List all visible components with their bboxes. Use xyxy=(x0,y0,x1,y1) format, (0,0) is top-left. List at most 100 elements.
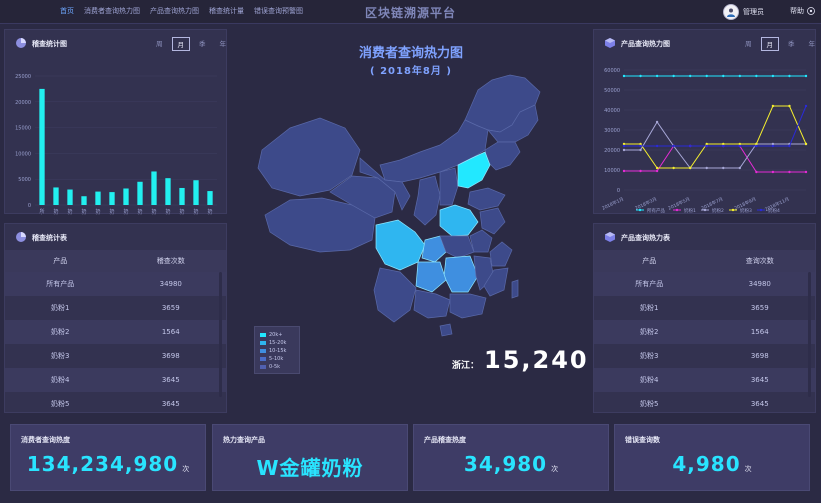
province-xinjiang[interactable] xyxy=(257,117,361,197)
bar xyxy=(81,196,87,205)
data-point xyxy=(705,144,708,148)
bar xyxy=(137,181,143,205)
help-button[interactable]: 帮助 xyxy=(790,6,815,16)
table-row[interactable]: 奶粉1 3659 xyxy=(5,296,226,320)
row-count: 3645 xyxy=(750,400,769,408)
data-point xyxy=(622,148,626,152)
stat-number: 134,234,980 xyxy=(26,452,179,476)
province-hebei[interactable] xyxy=(457,151,491,189)
table-row[interactable]: 奶粉1 3659 xyxy=(594,296,815,320)
province-hubei[interactable] xyxy=(439,235,475,259)
header-product: 产品 xyxy=(53,257,68,265)
nav-error-warning[interactable]: 错误查询预警图 xyxy=(254,6,303,16)
province-guangxi[interactable] xyxy=(413,289,451,319)
legend-label: 20k+ xyxy=(269,332,283,338)
x-tick-label: 粉 xyxy=(53,214,58,215)
province-anhui[interactable] xyxy=(469,229,493,253)
legend-item: 10-15k xyxy=(260,347,294,355)
table-row[interactable]: 奶粉2 1564 xyxy=(594,320,815,344)
x-tick-label: 2018年1月 xyxy=(601,195,625,211)
province-shaanxi[interactable] xyxy=(413,175,441,226)
province-fujian[interactable] xyxy=(483,267,509,297)
x-tick-label: 粉 xyxy=(123,214,128,215)
legend-swatch xyxy=(260,349,266,353)
x-tick-label: 奶 xyxy=(137,208,142,215)
stat-label: 错误查询数 xyxy=(625,436,660,444)
province-liaoning[interactable] xyxy=(484,141,521,171)
bar xyxy=(193,180,199,205)
pie-chart-icon xyxy=(16,232,26,242)
data-point xyxy=(738,144,742,148)
province-jiangxi[interactable] xyxy=(473,255,495,291)
x-tick-label: 粉 xyxy=(95,214,100,215)
data-point xyxy=(722,74,725,78)
table-row[interactable]: 奶粉2 1564 xyxy=(5,320,226,344)
x-tick-label: 奶 xyxy=(109,208,114,215)
province-guizhou[interactable] xyxy=(415,261,447,293)
avatar[interactable] xyxy=(723,4,739,20)
province-inner-mongolia[interactable] xyxy=(379,119,489,183)
province-hainan[interactable] xyxy=(439,323,453,337)
table-row[interactable]: 奶粉4 3645 xyxy=(594,368,815,392)
province-zhejiang[interactable] xyxy=(489,241,513,267)
province-heilongjiang[interactable] xyxy=(464,74,541,133)
nav-consumer-heatmap[interactable]: 消费者查询热力图 xyxy=(84,6,140,16)
data-point xyxy=(755,144,758,148)
data-point xyxy=(655,166,659,170)
province-guangdong[interactable] xyxy=(449,293,487,319)
map-legend: 20k+ 15-20k 10-15k 5-10k 0-5k xyxy=(254,326,300,374)
table-row[interactable]: 奶粉3 3698 xyxy=(5,344,226,368)
data-point xyxy=(688,166,692,170)
province-shandong[interactable] xyxy=(467,187,506,211)
row-product: 奶粉2 xyxy=(640,328,659,336)
data-point xyxy=(788,144,791,148)
scrollbar[interactable] xyxy=(219,272,222,397)
table-row[interactable]: 奶粉5 3645 xyxy=(5,392,226,412)
data-point xyxy=(771,74,775,78)
province-shanxi[interactable] xyxy=(439,167,459,206)
table-row[interactable]: 所有产品 34980 xyxy=(5,272,226,296)
province-hunan[interactable] xyxy=(443,255,479,293)
province-jilin[interactable] xyxy=(487,104,539,143)
province-tibet[interactable] xyxy=(264,197,376,253)
audit-table: 产品 稽查次数 所有产品 34980 奶粉1 3659 奶粉2 1564 奶粉3 369… xyxy=(5,250,226,412)
legend-swatch xyxy=(260,341,266,345)
scrollbar[interactable] xyxy=(808,272,811,397)
table-row[interactable]: 奶粉3 3698 xyxy=(594,344,815,368)
province-jiangsu[interactable] xyxy=(479,207,506,235)
province-gansu[interactable] xyxy=(359,157,411,211)
top-bar: 首页 消费者查询热力图 产品查询热力图 稽查统计量 错误查询预警图 区块链溯源平… xyxy=(0,0,821,24)
x-tick-label: 所 xyxy=(39,208,44,215)
data-point xyxy=(804,170,808,174)
help-icon xyxy=(807,7,815,15)
header-product: 产品 xyxy=(642,257,657,265)
table-header: 产品 查询次数 xyxy=(594,250,815,272)
province-henan[interactable] xyxy=(439,204,479,237)
row-product: 奶粉4 xyxy=(51,376,70,384)
nav-home[interactable]: 首页 xyxy=(60,6,74,16)
header-count: 查询次数 xyxy=(745,257,774,265)
province-yunnan[interactable] xyxy=(373,267,417,323)
province-taiwan[interactable] xyxy=(511,279,519,299)
data-point xyxy=(639,74,642,78)
row-product: 奶粉5 xyxy=(51,400,70,408)
province-qinghai[interactable] xyxy=(329,175,396,219)
bar xyxy=(67,189,73,205)
table-row[interactable]: 奶粉4 3645 xyxy=(5,368,226,392)
y-tick-label: 20000 xyxy=(604,148,620,154)
y-tick-label: 0 xyxy=(28,203,31,209)
user-menu[interactable]: 管理员 xyxy=(723,4,764,20)
nav-audit-stats[interactable]: 稽查统计量 xyxy=(209,6,244,16)
province-sichuan[interactable] xyxy=(375,219,426,271)
province-chongqing[interactable] xyxy=(421,235,447,263)
nav-product-heatmap[interactable]: 产品查询热力图 xyxy=(150,6,199,16)
table-row[interactable]: 所有产品 34980 xyxy=(594,272,815,296)
row-count: 3659 xyxy=(161,304,180,312)
row-count: 3659 xyxy=(750,304,769,312)
y-tick-label: 15000 xyxy=(15,126,31,132)
data-point xyxy=(755,170,758,174)
stat-unit: 次 xyxy=(744,465,752,473)
x-tick-label: 奶 xyxy=(81,208,86,215)
row-count: 34980 xyxy=(159,280,182,288)
table-row[interactable]: 奶粉5 3645 xyxy=(594,392,815,412)
